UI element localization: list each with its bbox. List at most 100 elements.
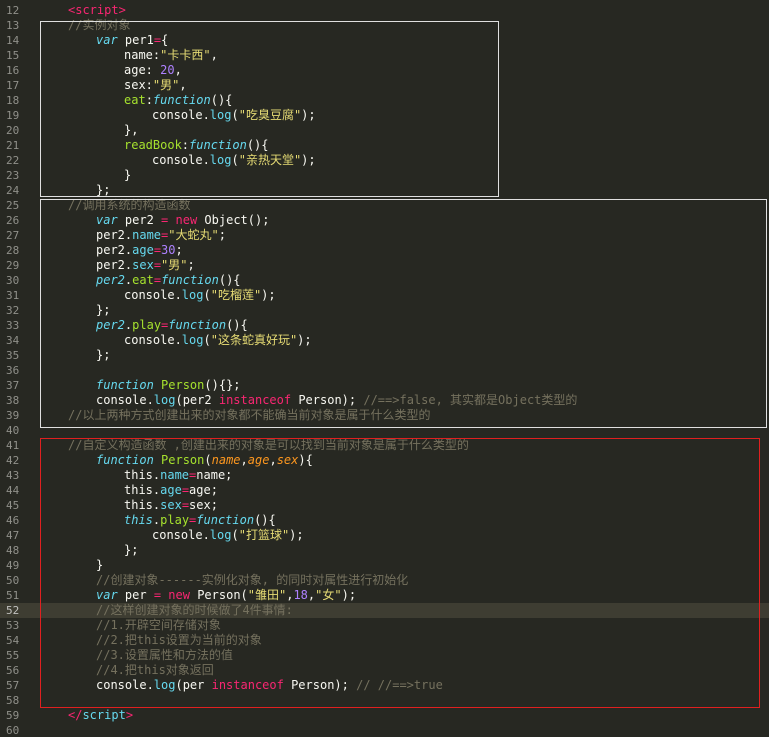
code-line[interactable]: 38 console.log(per2 instanceof Person); /… <box>0 393 769 408</box>
code-line[interactable]: 45 this.sex=sex; <box>0 498 769 513</box>
code-line[interactable]: 43 this.name=name; <box>0 468 769 483</box>
code-line[interactable]: 57 console.log(per instanceof Person); //… <box>0 678 769 693</box>
code-line[interactable]: 14 var per1={ <box>0 33 769 48</box>
code-line[interactable]: 42 function Person(name,age,sex){ <box>0 453 769 468</box>
code-line[interactable]: 49} <box>0 558 769 573</box>
code-token: this. <box>124 468 161 482</box>
code-line[interactable]: 58 <box>0 693 769 708</box>
code-line[interactable]: 19 console.log("吃臭豆腐"); <box>0 108 769 123</box>
code-token: "吃榴莲" <box>210 288 262 302</box>
code-line[interactable]: 30 per2.eat=function(){ <box>0 273 769 288</box>
code-line[interactable]: 18 eat:function(){ <box>0 93 769 108</box>
code-token: function <box>196 513 255 527</box>
line-code: console.log(per instanceof Person); // /… <box>96 678 443 693</box>
line-number: 38 <box>6 394 20 407</box>
code-line[interactable]: 51 var per = new Person("雏田",18,"女"); <box>0 588 769 603</box>
code-token: name: <box>124 48 161 62</box>
code-token: log <box>209 153 232 167</box>
line-number: 53 <box>6 619 20 632</box>
code-line[interactable]: 54 //2.把this设置为当前的对象 <box>0 633 769 648</box>
line-code: this.play=function(){ <box>124 513 276 528</box>
code-line[interactable]: 13 //实例对象 <box>0 18 769 33</box>
code-line[interactable]: 22 console.log("亲热天堂"); <box>0 153 769 168</box>
code-line[interactable]: 40 <box>0 423 769 438</box>
code-token: } <box>96 558 104 572</box>
code-token: sex <box>132 258 154 272</box>
code-line[interactable]: 44 this.age=age; <box>0 483 769 498</box>
code-line[interactable]: 26 var per2 = new Object(); <box>0 213 769 228</box>
code-token: readBook <box>124 138 182 152</box>
line-number: 52 <box>6 604 20 617</box>
code-line[interactable]: 60 <box>0 723 769 737</box>
code-line[interactable]: 21 readBook:function(){ <box>0 138 769 153</box>
code-token: "吃臭豆腐" <box>238 108 302 122</box>
code-token: per2. <box>96 243 133 257</box>
code-token: console. <box>152 528 210 542</box>
line-code: //自定义构造函数 ,创建出来的对象是可以找到当前对象是属于什么类型的 <box>68 438 469 453</box>
code-line[interactable]: 16 age: 20, <box>0 63 769 78</box>
code-line[interactable]: 55 //3.设置属性和方法的值 <box>0 648 769 663</box>
code-line[interactable]: 17 sex:"男", <box>0 78 769 93</box>
code-token: Person <box>161 378 205 392</box>
code-line[interactable]: 31 console.log("吃榴莲"); <box>0 288 769 303</box>
line-code: per2.age=30; <box>96 243 183 258</box>
code-token: //2.把this设置为当前的对象 <box>96 633 262 647</box>
line-number: 58 <box>6 694 20 707</box>
code-lines[interactable]: 12 <script> 13//实例对象 14 var per1={15 name:"卡卡… <box>0 3 769 737</box>
code-token: function <box>189 138 247 152</box>
code-line[interactable]: 12 <script> <box>0 3 769 18</box>
line-code: </script> <box>68 708 133 723</box>
line-code: }; <box>96 183 110 198</box>
code-token: ( <box>231 108 239 122</box>
line-number: 49 <box>6 559 20 572</box>
code-line[interactable]: 53 //1.开辟空间存储对象 <box>0 618 769 633</box>
code-line[interactable]: 41 //自定义构造函数 ,创建出来的对象是可以找到当前对象是属于什么类型的 <box>0 438 769 453</box>
code-line[interactable]: 34 console.log("这条蛇真好玩"); <box>0 333 769 348</box>
line-number: 27 <box>6 229 20 242</box>
line-code: console.log(per2 instanceof Person); //=… <box>96 393 577 408</box>
code-line[interactable]: 33 per2.play=function(){ <box>0 318 769 333</box>
code-line[interactable]: 20}, <box>0 123 769 138</box>
code-token: instanceof <box>211 678 284 692</box>
code-editor[interactable]: 12 <script> 13//实例对象 14 var per1={15 name:"卡卡… <box>0 0 769 737</box>
code-token: console. <box>96 678 154 692</box>
code-token: age; <box>189 483 218 497</box>
line-code: }; <box>124 543 138 558</box>
code-line[interactable]: 35}; <box>0 348 769 363</box>
code-token: }, <box>124 123 139 137</box>
code-line[interactable]: 50 //创建对象------实例化对象, 的同时对属性进行初始化 <box>0 573 769 588</box>
code-line[interactable]: 59 </script> <box>0 708 769 723</box>
code-line[interactable]: 25 //调用系统的构造函数 <box>0 198 769 213</box>
line-code: per2.name="大蛇丸"; <box>96 228 226 243</box>
code-line[interactable]: 24}; <box>0 183 769 198</box>
code-line[interactable]: 48}; <box>0 543 769 558</box>
code-line[interactable]: 15 name:"卡卡西", <box>0 48 769 63</box>
code-line[interactable]: 47 console.log("打篮球"); <box>0 528 769 543</box>
code-token: Person); <box>291 393 364 407</box>
code-token: age: <box>124 63 161 77</box>
line-number: 22 <box>6 154 20 167</box>
line-code: per2.play=function(){ <box>96 318 248 333</box>
code-token: (){ <box>226 318 248 332</box>
code-line[interactable]: 28 per2.age=30; <box>0 243 769 258</box>
code-line[interactable]: 37 function Person(){}; <box>0 378 769 393</box>
code-line[interactable]: 36 <box>0 363 769 378</box>
line-code: var per2 = new Object(); <box>96 213 269 228</box>
code-token: this. <box>124 498 161 512</box>
code-line[interactable]: 39 //以上两种方式创建出来的对象都不能确当前对象是属于什么类型的 <box>0 408 769 423</box>
code-line[interactable]: 27 per2.name="大蛇丸"; <box>0 228 769 243</box>
code-token: per2. <box>96 258 133 272</box>
code-token: log <box>181 288 204 302</box>
code-line[interactable]: 56 //4.把this对象返回 <box>0 663 769 678</box>
line-code: console.log("打篮球"); <box>152 528 304 543</box>
code-line[interactable]: 32}; <box>0 303 769 318</box>
code-token: per1 <box>117 33 154 47</box>
code-line[interactable]: 29 per2.sex="男"; <box>0 258 769 273</box>
code-line[interactable]: 23} <box>0 168 769 183</box>
line-code: console.log("吃臭豆腐"); <box>152 108 316 123</box>
code-token: sex; <box>189 498 218 512</box>
code-line[interactable]: 52 //这样创建对象的时候做了4件事情: <box>0 603 769 618</box>
code-token: }; <box>96 303 111 317</box>
code-line[interactable]: 46 this.play=function(){ <box>0 513 769 528</box>
